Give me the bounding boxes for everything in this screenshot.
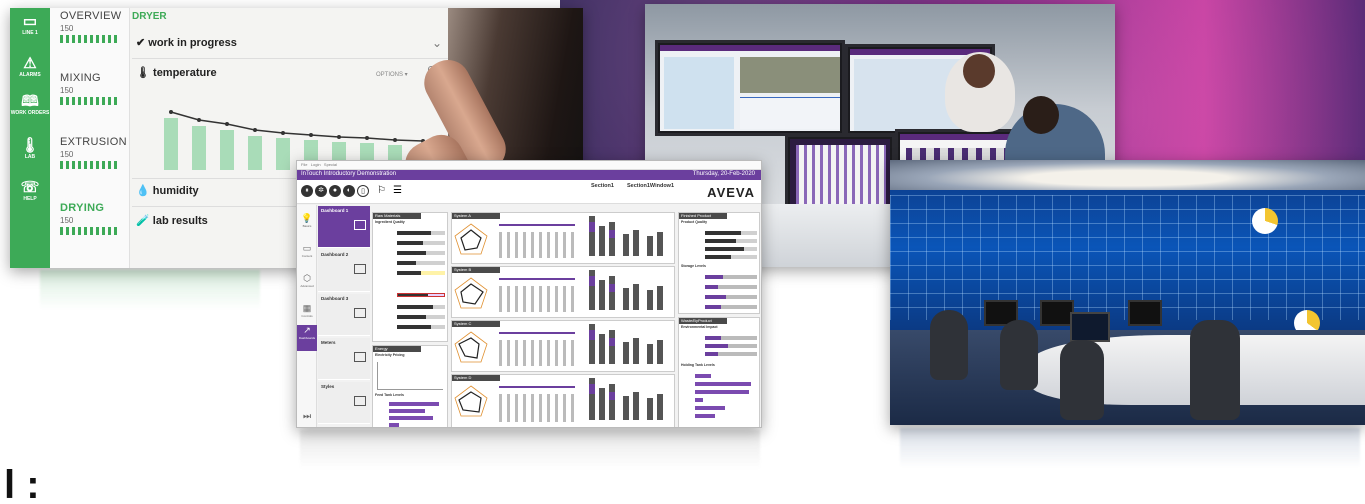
level-bars	[60, 97, 118, 105]
shapes-icon[interactable]: ⬡ Advanced	[297, 273, 317, 288]
device-icon[interactable]: ▯	[357, 185, 369, 197]
flag-icon[interactable]: ⚐	[377, 185, 386, 196]
window-titlebar: File Login Special	[297, 161, 761, 170]
process-item-mixing[interactable]: MIXING 150	[60, 72, 132, 105]
dashboard-item[interactable]: Dashboard 1	[318, 206, 370, 248]
chevron-down-icon[interactable]: ⌄	[432, 36, 442, 50]
intouch-hmi-screenshot: File Login Special InTouch Introductory …	[296, 160, 762, 428]
person-head	[963, 54, 995, 88]
dashboard-item[interactable]: Dashboard 2	[318, 250, 370, 292]
fast-forward-icon[interactable]: ⏭	[297, 411, 317, 422]
office-chair	[1190, 320, 1240, 420]
section-window: Section1Window1	[627, 183, 675, 189]
desk-monitor	[1128, 300, 1162, 326]
droplet-icon: 💧	[136, 185, 150, 197]
lightbulb-icon[interactable]: 💡 Basics	[297, 213, 317, 228]
dashboard-icon[interactable]: ↗ Dashboards	[297, 325, 317, 351]
alarm-icon: ⚠	[23, 55, 37, 72]
help-icon: ☏	[20, 179, 40, 196]
divider	[132, 58, 452, 59]
aveva-logo: AVEVA	[707, 185, 755, 200]
office-chair	[1000, 320, 1038, 390]
dashboard-thumb-icon	[354, 220, 366, 230]
energy-panel: Energy Electricity Pricing Feed Tank Lev…	[372, 345, 448, 427]
gauge-icon	[354, 352, 366, 362]
dashboard-item[interactable]: Dashboard 3	[318, 294, 370, 336]
contrast-icon[interactable]: ◐	[343, 185, 355, 197]
rail-item-line[interactable]: ▭ LINE 1	[10, 13, 50, 37]
line-icon: ▭	[22, 13, 38, 30]
finished-product-panel: Finished Product Product Quality Storage…	[678, 212, 760, 314]
pause-icon[interactable]: ⏸	[301, 185, 313, 197]
process-item-extrusion[interactable]: EXTRUSION 150	[60, 136, 132, 169]
monitor-icon	[354, 396, 366, 406]
rail-item-alarms[interactable]: ⚠ ALARMS	[10, 55, 50, 79]
reflection	[900, 428, 1360, 468]
humidity-row[interactable]: 💧 humidity	[136, 184, 199, 197]
office-chair	[930, 310, 968, 380]
level-bars	[60, 227, 118, 235]
app-title: InTouch Introductory Demonstration	[301, 171, 397, 177]
control-bar: ⏸ ✲ ● ◐ ▯ ⚐ ☰ Section1 Section1Window1 A…	[297, 180, 761, 204]
process-item-overview[interactable]: OVERVIEW 150	[60, 10, 132, 43]
thermometer-icon: 🌡	[20, 137, 40, 154]
temperature-row[interactable]: 🌡 temperature	[136, 66, 217, 79]
rail-item-lab[interactable]: 🌡 LAB	[10, 137, 50, 161]
tablet-nav-rail: ▭ LINE 1 ⚠ ALARMS 🕮 WORK ORDERS 🌡 LAB ☏ …	[10, 8, 50, 268]
video-wall-control-room-photo	[890, 160, 1365, 425]
section-name: Section1	[591, 183, 614, 189]
hmi-sidebar: 💡 Basics ▭ Content ⬡ Advanced ▦ Controls ↗ Da…	[297, 205, 317, 427]
waste-byproduct-panel: Waste/ByProduct Environmental Impact Hol…	[678, 317, 760, 427]
compass-icon[interactable]: ✲	[315, 185, 327, 197]
dashboard-thumb-icon	[354, 308, 366, 318]
raw-materials-panel: Raw Materials Ingredient Quality	[372, 212, 448, 342]
system-charts	[454, 216, 663, 422]
process-list: OVERVIEW 150 MIXING 150 EXTRUSION 150 DR…	[50, 8, 130, 268]
list-icon[interactable]: ☰	[393, 185, 402, 196]
lab-results-row[interactable]: 🧪 lab results	[136, 214, 208, 227]
person-head	[1023, 96, 1059, 134]
date-label: Thursday, 20-Feb-2020	[692, 171, 755, 177]
app-header: InTouch Introductory Demonstration Thurs…	[297, 170, 761, 180]
test-tube-icon: 🧪	[136, 215, 150, 227]
check-circle-icon: ✔	[136, 37, 146, 49]
reflection	[40, 270, 260, 310]
level-bars	[60, 35, 118, 43]
pie-widget	[1252, 208, 1278, 234]
monitor	[655, 40, 845, 136]
thermometer-icon: 🌡	[136, 67, 150, 79]
work-status-row[interactable]: ✔ work in progress	[136, 36, 237, 49]
laptop	[1070, 312, 1110, 342]
dashboard-list: Dashboard 1 Dashboard 2 Dashboard 3 Mete…	[318, 206, 370, 427]
monitor-icon[interactable]: ▭ Content	[297, 243, 317, 258]
dashboard-item[interactable]: Styles	[318, 382, 370, 424]
caption-text: l :	[4, 463, 40, 504]
ceiling-light	[890, 160, 1365, 190]
desk-monitor	[1040, 300, 1074, 326]
section-title: DRYER	[132, 11, 167, 22]
options-dropdown[interactable]: OPTIONS ▾	[376, 71, 408, 78]
bell-icon[interactable]: ●	[329, 185, 341, 197]
process-item-drying[interactable]: DRYING 150	[60, 202, 132, 235]
reflection	[300, 430, 760, 470]
controls-icon[interactable]: ▦ Controls	[297, 303, 317, 318]
rail-item-help[interactable]: ☏ HELP	[10, 179, 50, 203]
office-chair	[1060, 340, 1104, 420]
monitor	[785, 134, 895, 214]
dashboard-thumb-icon	[354, 264, 366, 274]
dashboard-item[interactable]: Meters	[318, 338, 370, 380]
level-bars	[60, 161, 118, 169]
rail-item-work-orders[interactable]: 🕮 WORK ORDERS	[10, 93, 50, 117]
book-icon: 🕮	[21, 93, 39, 110]
